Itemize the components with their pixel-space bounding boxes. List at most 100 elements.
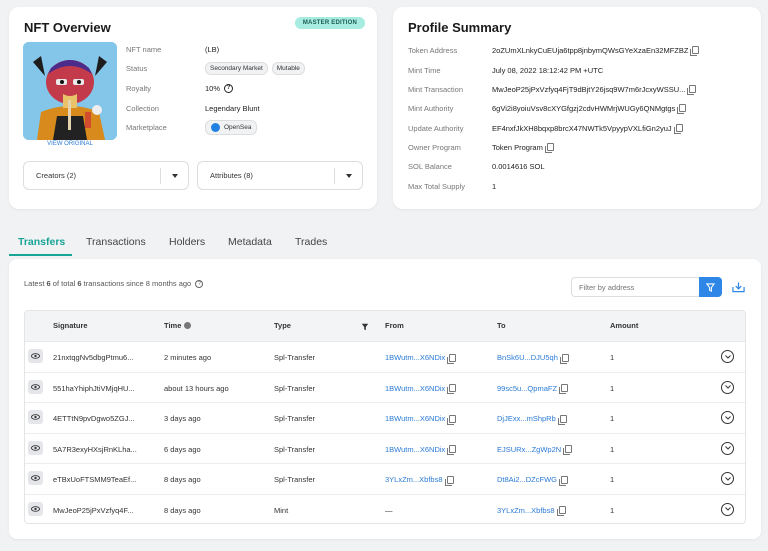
copy-icon[interactable] xyxy=(447,445,457,455)
eye-icon[interactable] xyxy=(28,440,43,455)
chevron-down-circle-icon[interactable] xyxy=(721,350,734,363)
to-address[interactable]: EJSURx...ZgWp2N xyxy=(497,445,561,454)
time-cell: 8 days ago xyxy=(164,475,201,484)
profile-summary-card: Profile Summary Token Address 2oZUmXLnkyC… xyxy=(393,7,761,209)
signature-link[interactable]: MwJeoP25jPxVzfyq4F... xyxy=(53,506,133,515)
column-header-to: To xyxy=(497,321,506,330)
creators-dropdown[interactable]: Creators (2) xyxy=(23,161,189,190)
download-button[interactable] xyxy=(731,280,745,294)
download-icon xyxy=(731,282,745,293)
owner-program-label: Owner Program xyxy=(408,142,461,152)
help-icon[interactable]: ? xyxy=(195,279,204,288)
copy-icon[interactable] xyxy=(447,414,457,425)
tab-holders[interactable]: Holders xyxy=(169,236,205,248)
copy-icon[interactable] xyxy=(447,384,457,394)
copy-icon[interactable] xyxy=(557,414,567,425)
table-row: 551haYhiphJtiVMjqHU... about 13 hours ago… xyxy=(25,373,745,403)
from-cell: 1BWutm...X6NDix xyxy=(385,445,457,455)
from-address[interactable]: 1BWutm...X6NDix xyxy=(385,414,445,423)
copy-icon[interactable] xyxy=(559,475,569,486)
profile-row: Max Total Supply 1 xyxy=(408,179,496,193)
from-address[interactable]: 1BWutm...X6NDix xyxy=(385,445,445,454)
to-address[interactable]: 99sc5u...QpmaFZ xyxy=(497,384,557,393)
eye-icon[interactable] xyxy=(28,501,43,516)
tab-trades[interactable]: Trades xyxy=(295,236,327,248)
collection-link[interactable]: Legendary Blunt xyxy=(205,104,260,113)
amount-cell: 1 xyxy=(610,383,615,393)
royalty-label: Royalty xyxy=(126,83,152,93)
to-address[interactable]: BnSk6U...DJU5qh xyxy=(497,353,558,362)
eye-icon[interactable] xyxy=(28,349,43,363)
chevron-down-circle-icon[interactable] xyxy=(721,472,734,485)
copy-icon[interactable] xyxy=(556,506,566,516)
to-address[interactable]: 3YLxZm...Xbfbs8 xyxy=(497,506,555,515)
from-cell: — xyxy=(385,506,393,515)
copy-icon[interactable] xyxy=(677,104,687,114)
column-header-signature: Signature xyxy=(53,321,88,330)
nft-name-label: NFT name xyxy=(126,44,162,54)
tab-metadata[interactable]: Metadata xyxy=(228,236,272,248)
time-cell: 6 days ago xyxy=(164,444,201,454)
chevron-down-circle-icon[interactable] xyxy=(721,411,734,424)
table-row: MwJeoP25jPxVzfyq4F... 8 days ago Mint — 3YLx… xyxy=(25,495,745,524)
view-original-link[interactable]: VIEW ORIGINAL xyxy=(23,141,117,147)
signature-link[interactable]: 4ETTtN9pvDgwo5ZGJ... xyxy=(53,414,135,423)
from-address[interactable]: 1BWutm...X6NDix xyxy=(385,353,445,362)
type-cell: Spl-Transfer xyxy=(274,383,315,393)
eye-icon[interactable] xyxy=(28,410,43,424)
signature-link[interactable]: 21nxtqgNv5dbgPtmu6... xyxy=(53,353,133,362)
eye-icon[interactable] xyxy=(28,471,43,485)
filter-icon[interactable] xyxy=(361,323,369,331)
to-cell: DjJExx...mShpRb xyxy=(497,414,567,425)
tab-transactions[interactable]: Transactions xyxy=(86,236,146,248)
help-icon[interactable]: ? xyxy=(224,83,234,93)
mint-authority-value[interactable]: 6gVi2i8yoiuVsv8cXYGfgzj2cdvHWMrjWUGy6QNM… xyxy=(492,104,675,113)
summary-prefix: Latest xyxy=(24,279,45,288)
copy-icon[interactable] xyxy=(447,353,457,364)
copy-icon[interactable] xyxy=(563,445,573,455)
update-authority-value[interactable]: EF4nxfJkXH8bqxp8brcX47NWTk5VpyypVXLfiGn2… xyxy=(492,124,672,133)
chevron-down-circle-icon[interactable] xyxy=(721,441,734,455)
copy-icon[interactable] xyxy=(444,475,454,486)
summary-shown-count: 6 xyxy=(46,279,51,288)
transfers-table: Signature Time Type From To Amount 21nxt… xyxy=(24,310,746,524)
filter-address-input[interactable] xyxy=(571,277,701,297)
from-address[interactable]: 1BWutm...X6NDix xyxy=(385,384,445,393)
copy-icon[interactable] xyxy=(559,384,569,394)
tab-transfers[interactable]: Transfers xyxy=(18,236,65,248)
active-tab-indicator xyxy=(9,254,72,256)
filter-icon xyxy=(706,282,715,292)
to-cell: 99sc5u...QpmaFZ xyxy=(497,384,569,394)
from-address[interactable]: 3YLxZm...Xbfbs8 xyxy=(385,475,443,484)
to-cell: Dt8Ai2...DZcFWG xyxy=(497,475,569,486)
info-icon[interactable] xyxy=(184,322,192,329)
chevron-down-circle-icon[interactable] xyxy=(721,380,734,394)
master-edition-badge: MASTER EDITION xyxy=(294,17,365,29)
transfers-panel: Latest 6 of total 6 transactions since 8… xyxy=(9,259,761,539)
nft-image[interactable] xyxy=(23,42,117,140)
signature-link[interactable]: 5A7R3exyHXsjRnKLha... xyxy=(53,445,137,454)
mint-transaction-value[interactable]: MwJeoP25jPxVzfyq4FjT9dBjtY26jsq9W7m6rJcx… xyxy=(492,85,685,94)
attributes-dropdown[interactable]: Attributes (8) xyxy=(197,161,363,190)
owner-program-value[interactable]: Token Program xyxy=(492,143,543,152)
profile-row: SOL Balance 0.0014616 SOL xyxy=(408,159,545,173)
to-address[interactable]: Dt8Ai2...DZcFWG xyxy=(497,475,557,484)
to-address[interactable]: DjJExx...mShpRb xyxy=(497,414,556,423)
copy-icon[interactable] xyxy=(559,353,569,364)
eye-icon[interactable] xyxy=(28,379,43,394)
copy-icon[interactable] xyxy=(673,124,683,134)
signature-link[interactable]: eTBxUoFTSMM9TeaEf... xyxy=(53,475,136,484)
copy-icon[interactable] xyxy=(544,143,554,153)
marketplace-opensea-button[interactable]: OpenSea xyxy=(205,119,258,135)
table-row: 5A7R3exyHXsjRnKLha... 6 days ago Spl-Trans… xyxy=(25,434,745,464)
copy-icon[interactable] xyxy=(690,46,700,56)
table-header: Signature Time Type From To Amount xyxy=(25,311,745,342)
profile-row: Update Authority EF4nxfJkXH8bqxp8brcX47NW… xyxy=(408,121,683,135)
status-label: Status xyxy=(126,63,148,73)
signature-link[interactable]: 551haYhiphJtiVMjqHU... xyxy=(53,384,135,393)
chevron-down-circle-icon[interactable] xyxy=(721,502,734,516)
filter-button[interactable] xyxy=(699,277,722,297)
column-header-from: From xyxy=(385,321,404,330)
profile-row: Mint Time July 08, 2022 18:12:42 PM +UTC xyxy=(408,63,603,77)
copy-icon[interactable] xyxy=(687,85,697,95)
